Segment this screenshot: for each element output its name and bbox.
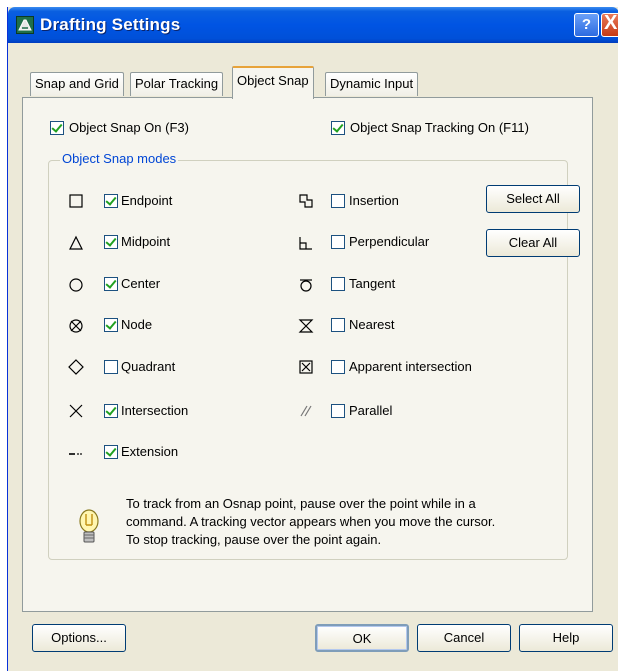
- apparent-intersection-checkbox[interactable]: [331, 360, 345, 374]
- parallel-icon: [300, 405, 312, 417]
- center-icon: [69, 278, 83, 292]
- quadrant-label: Quadrant: [121, 359, 176, 374]
- center-checkbox[interactable]: [104, 277, 118, 291]
- extension-label: Extension: [121, 444, 179, 459]
- tip-line-3: To stop tracking, pause over the point a…: [126, 532, 382, 547]
- nearest-checkbox[interactable]: [331, 318, 345, 332]
- options-button[interactable]: Options...: [32, 624, 126, 652]
- apparent-intersection-icon: [299, 360, 313, 374]
- help-title-button[interactable]: ?: [574, 13, 599, 37]
- tangent-label: Tangent: [349, 276, 396, 291]
- node-label: Node: [121, 317, 153, 332]
- endpoint-checkbox[interactable]: [104, 194, 118, 208]
- parallel-checkbox[interactable]: [331, 404, 345, 418]
- tangent-icon: [300, 279, 312, 292]
- quadrant-checkbox[interactable]: [104, 360, 118, 374]
- insertion-label: Insertion: [349, 193, 399, 208]
- midpoint-label: Midpoint: [121, 234, 171, 249]
- close-button[interactable]: X: [601, 12, 618, 37]
- clear-all-button[interactable]: Clear All: [486, 229, 580, 257]
- tab-polar-tracking[interactable]: Polar Tracking: [130, 72, 224, 96]
- object-snap-modes-title: Object Snap modes: [60, 151, 179, 166]
- nearest-label: Nearest: [349, 317, 395, 332]
- perpendicular-checkbox[interactable]: [331, 235, 345, 249]
- midpoint-checkbox[interactable]: [104, 235, 118, 249]
- tangent-checkbox[interactable]: [331, 277, 345, 291]
- perpendicular-label: Perpendicular: [349, 234, 430, 249]
- node-icon: [69, 319, 83, 333]
- midpoint-icon: [69, 235, 83, 250]
- tip-line-1: To track from an Osnap point, pause over…: [126, 496, 476, 511]
- intersection-label: Intersection: [121, 403, 189, 418]
- object-snap-tracking-on-label: Object Snap Tracking On (F11): [350, 120, 529, 135]
- object-snap-on-label: Object Snap On (F3): [69, 120, 189, 135]
- perpendicular-icon: [299, 237, 312, 250]
- insertion-checkbox[interactable]: [331, 194, 345, 208]
- nearest-icon: [298, 319, 314, 333]
- tip-line-2: command. A tracking vector appears when …: [126, 514, 496, 529]
- app-icon: [16, 16, 34, 34]
- tab-snap-and-grid[interactable]: Snap and Grid: [30, 72, 124, 96]
- node-checkbox[interactable]: [104, 318, 118, 332]
- parallel-label: Parallel: [349, 403, 393, 418]
- insertion-icon: [299, 194, 313, 208]
- intersection-checkbox[interactable]: [104, 404, 118, 418]
- cancel-button[interactable]: Cancel: [417, 624, 511, 652]
- lightbulb-icon: [79, 509, 99, 543]
- object-snap-tracking-on-checkbox[interactable]: [331, 121, 345, 135]
- window-title: Drafting Settings: [40, 15, 181, 34]
- extension-checkbox[interactable]: [104, 445, 118, 459]
- tracking-tip: To track from an Osnap point, pause over…: [126, 495, 566, 549]
- ok-button[interactable]: OK: [315, 624, 409, 652]
- extension-icon: [69, 453, 82, 455]
- select-all-button[interactable]: Select All: [486, 185, 580, 213]
- object-snap-on-checkbox[interactable]: [50, 121, 64, 135]
- quadrant-icon: [68, 359, 84, 375]
- help-button[interactable]: Help: [519, 624, 613, 652]
- close-icon: X: [604, 12, 618, 34]
- endpoint-icon: [69, 194, 83, 208]
- tab-dynamic-input[interactable]: Dynamic Input: [325, 72, 419, 96]
- title-bar[interactable]: Drafting Settings ? X: [8, 7, 618, 43]
- tab-object-snap[interactable]: Object Snap: [232, 66, 314, 99]
- intersection-icon: [69, 404, 83, 418]
- endpoint-label: Endpoint: [121, 193, 173, 208]
- apparent-intersection-label: Apparent intersection: [349, 359, 472, 374]
- center-label: Center: [121, 276, 161, 291]
